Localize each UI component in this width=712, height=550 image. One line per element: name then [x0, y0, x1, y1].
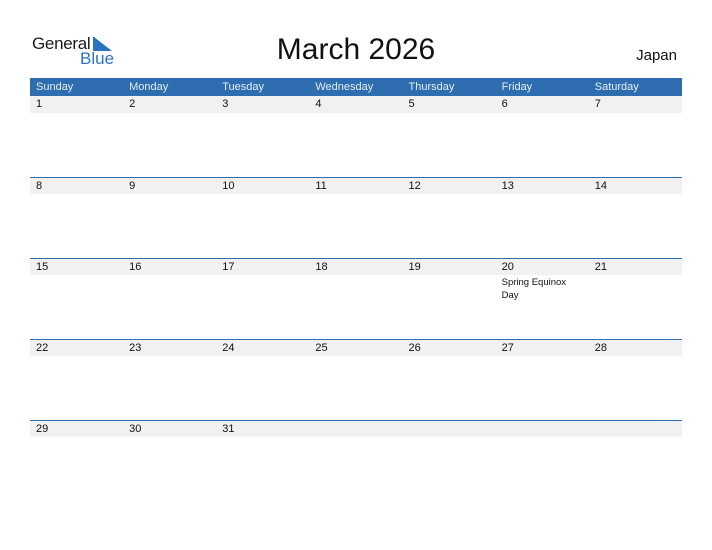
day-number: 30 [129, 423, 142, 435]
week-row: 22 23 24 25 26 27 28 [30, 339, 682, 420]
day-number: 19 [408, 261, 421, 273]
day-number: 17 [222, 261, 235, 273]
day-cell: 18 [309, 259, 402, 302]
country-label: Japan [636, 47, 677, 64]
day-cell: 3 [216, 96, 309, 113]
day-cell: 8 [30, 178, 123, 195]
weekday-header: Sunday Monday Tuesday Wednesday Thursday Frid… [30, 78, 682, 96]
week-row: 29 30 31 [30, 420, 682, 501]
day-number: 4 [315, 98, 322, 110]
day-cell [589, 421, 682, 438]
holiday-event: Spring Equinox Day [501, 277, 567, 301]
day-cell [403, 421, 496, 438]
weekday-thursday: Thursday [408, 81, 455, 93]
day-number [595, 421, 682, 437]
day-number: 22 [36, 342, 49, 354]
calendar-grid: Sunday Monday Tuesday Wednesday Thursday Frid… [30, 78, 682, 501]
day-cell: 10 [216, 178, 309, 195]
day-number: 10 [222, 180, 235, 192]
day-number: 7 [594, 98, 601, 110]
day-cell: 26 [403, 340, 496, 357]
day-number [409, 421, 496, 437]
day-number [315, 421, 402, 437]
weekday-friday: Friday [501, 81, 533, 93]
day-cell: 6 [496, 96, 589, 113]
day-cell [309, 421, 402, 438]
day-number: 12 [408, 180, 421, 192]
day-cell: 2 [123, 96, 216, 113]
week-row: 1 2 3 4 5 6 7 [30, 96, 682, 177]
day-number: 21 [594, 261, 607, 273]
day-cell: 28 [589, 340, 682, 357]
weekday-monday: Monday [129, 81, 169, 93]
day-cell: 13 [496, 178, 589, 195]
day-cell: 16 [123, 259, 216, 302]
week-row: 8 9 10 11 12 13 14 [30, 177, 682, 258]
day-number: 24 [222, 342, 235, 354]
day-cell: 5 [403, 96, 496, 113]
day-cell [496, 421, 589, 438]
day-cell: 20 Spring Equinox Day [496, 259, 589, 302]
day-number: 3 [222, 98, 229, 110]
weekday-saturday: Saturday [594, 81, 639, 93]
day-cell: 31 [216, 421, 309, 438]
day-cell: 15 [30, 259, 123, 302]
day-cell: 11 [309, 178, 402, 195]
calendar-title: March 2026 [276, 33, 436, 66]
day-number: 16 [129, 261, 142, 273]
day-cell: 24 [216, 340, 309, 357]
day-number: 26 [408, 342, 421, 354]
day-cell: 29 [30, 421, 123, 438]
day-cell: 22 [30, 340, 123, 357]
day-cell: 25 [309, 340, 402, 357]
day-number: 13 [501, 180, 514, 192]
day-number: 25 [315, 342, 328, 354]
day-cell: 14 [589, 178, 682, 195]
week-row: 15 16 17 18 19 20 Spring Equinox Day 21 [30, 258, 682, 339]
day-number: 11 [315, 180, 327, 192]
day-number [502, 421, 589, 437]
weekday-sunday: Sunday [36, 81, 74, 93]
day-number: 6 [501, 98, 508, 110]
day-number: 15 [36, 261, 49, 273]
day-number: 2 [129, 98, 136, 110]
day-cell: 23 [123, 340, 216, 357]
day-number: 23 [129, 342, 142, 354]
day-cell: 7 [589, 96, 682, 113]
day-cell: 27 [496, 340, 589, 357]
day-cell: 9 [123, 178, 216, 195]
day-cell: 1 [30, 96, 123, 113]
day-number: 20 [501, 261, 514, 273]
day-cell: 21 [589, 259, 682, 302]
day-number: 1 [36, 98, 43, 110]
day-number: 28 [594, 342, 607, 354]
day-number: 9 [129, 180, 136, 192]
weekday-wednesday: Wednesday [315, 81, 374, 93]
day-cell: 12 [403, 178, 496, 195]
day-number: 8 [36, 180, 43, 192]
day-number: 5 [408, 98, 415, 110]
day-number: 14 [594, 180, 607, 192]
day-cell: 30 [123, 421, 216, 438]
day-number: 18 [315, 261, 328, 273]
day-number: 29 [36, 423, 49, 435]
day-cell: 19 [403, 259, 496, 302]
day-cell: 4 [309, 96, 402, 113]
day-number: 27 [501, 342, 514, 354]
weekday-tuesday: Tuesday [222, 81, 265, 93]
day-cell: 17 [216, 259, 309, 302]
day-number: 31 [222, 423, 235, 435]
